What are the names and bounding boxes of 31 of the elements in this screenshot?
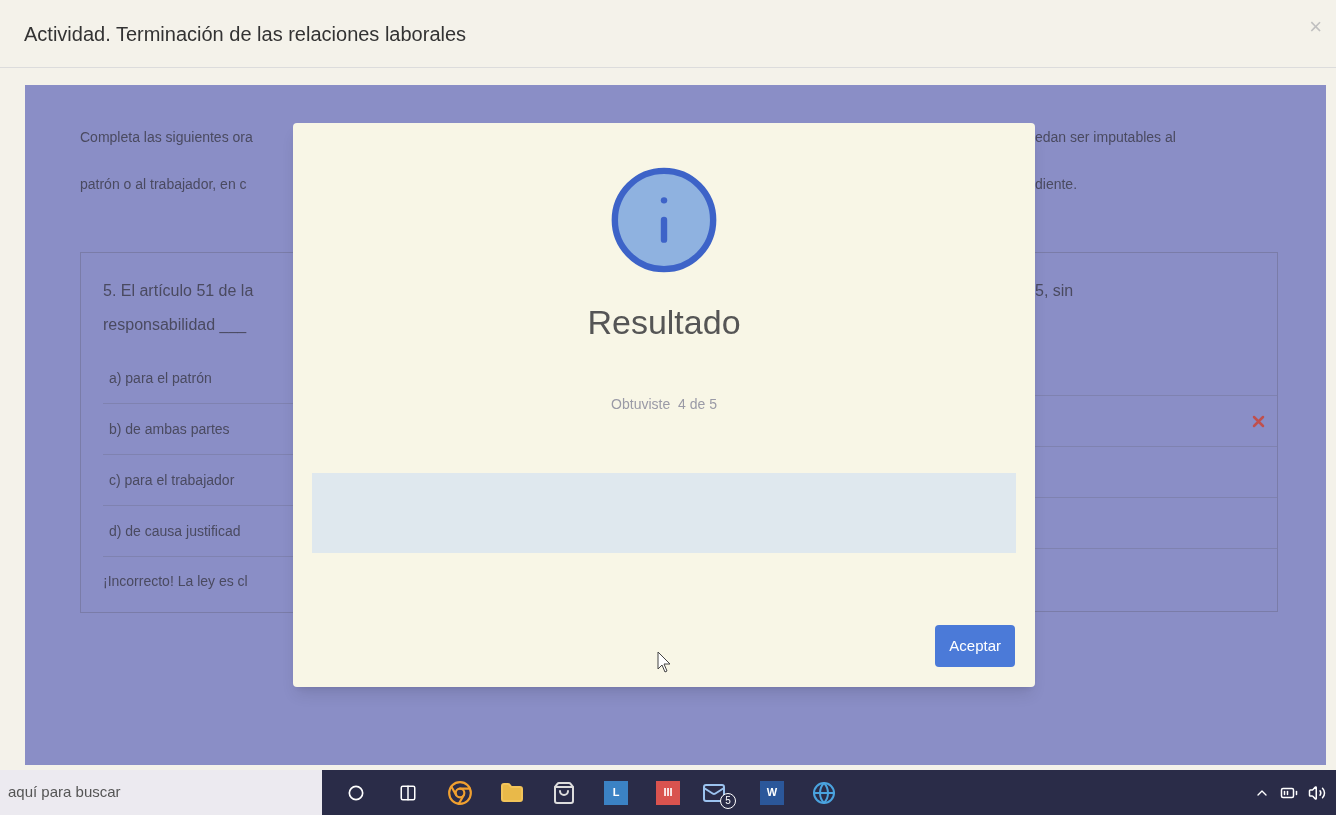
mail-button[interactable]: 5: [702, 775, 738, 810]
app-tile[interactable]: W: [760, 780, 784, 805]
globe-icon: [812, 780, 836, 805]
question-text: 5. El artículo 51 de la: [103, 281, 255, 301]
mouse-pointer-icon: [657, 651, 671, 673]
browser-icon: [447, 779, 473, 806]
instruction-text: Completa las siguientes ora: [80, 128, 254, 147]
app-tile[interactable]: L: [604, 780, 628, 805]
answer-option[interactable]: b) de ambas partes: [109, 418, 230, 440]
feedback-text: ¡Incorrecto! La ley es cl: [103, 572, 249, 591]
dialog-title: Resultado: [587, 302, 741, 343]
shopping-bag-icon: [552, 780, 576, 805]
instruction-text: edan ser imputables al: [1035, 128, 1177, 147]
instruction-text: patrón o al trabajador, en c: [80, 175, 248, 194]
folder-icon: [500, 780, 524, 805]
answer-option[interactable]: a) para el patrón: [109, 367, 212, 389]
app-tile[interactable]: III: [656, 780, 680, 805]
cross-mark-icon: [1252, 414, 1265, 428]
instruction-text: diente.: [1035, 175, 1079, 194]
result-message: Obtuviste 4 de 5: [611, 395, 717, 414]
search-field[interactable]: aquí para buscar: [0, 770, 322, 815]
circle-icon: [348, 784, 364, 801]
window-title: Actividad. Terminación de las relaciones laborales: [24, 21, 467, 47]
question-text: responsabilidad ___: [103, 315, 248, 336]
accept-button[interactable]: Aceptar: [935, 625, 1015, 667]
speaker-icon[interactable]: [1308, 783, 1326, 802]
task-view-icon: [399, 783, 417, 802]
notification-badge: 5: [720, 792, 736, 809]
answer-option[interactable]: c) para el trabajador: [109, 469, 235, 491]
question-text: 5, sin: [1035, 281, 1075, 301]
answer-option[interactable]: d) de causa justificad: [109, 520, 241, 542]
